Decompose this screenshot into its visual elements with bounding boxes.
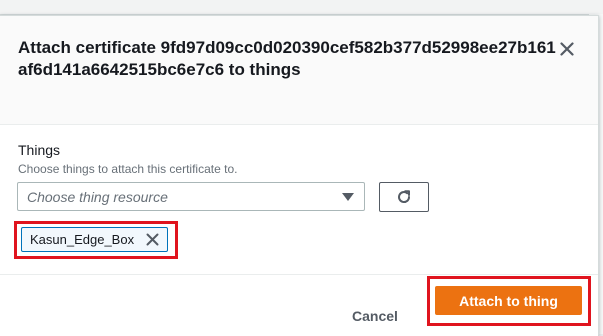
dialog-header: Attach certificate 9fd97d09cc0d020390cef… [0, 16, 598, 125]
selected-thing-token: Kasun_Edge_Box [21, 227, 168, 252]
cancel-button[interactable]: Cancel [352, 308, 398, 324]
token-highlight-box: Kasun_Edge_Box [14, 221, 178, 259]
close-dialog-button[interactable] [556, 38, 578, 60]
select-placeholder: Choose thing resource [27, 189, 168, 205]
dialog-title: Attach certificate 9fd97d09cc0d020390cef… [18, 38, 556, 79]
thing-resource-select[interactable]: Choose thing resource [17, 182, 365, 211]
close-icon [560, 42, 574, 56]
refresh-icon [398, 190, 411, 203]
token-label: Kasun_Edge_Box [30, 232, 135, 247]
refresh-button[interactable] [379, 182, 429, 212]
attach-to-thing-button[interactable]: Attach to thing [435, 286, 582, 315]
things-label: Things [18, 142, 61, 158]
caret-down-icon [342, 193, 354, 201]
background-top-strip [0, 0, 603, 15]
attach-button-highlight-box: Attach to thing [427, 276, 591, 326]
close-icon[interactable] [146, 233, 159, 246]
things-description: Choose things to attach this certificate… [18, 162, 238, 176]
